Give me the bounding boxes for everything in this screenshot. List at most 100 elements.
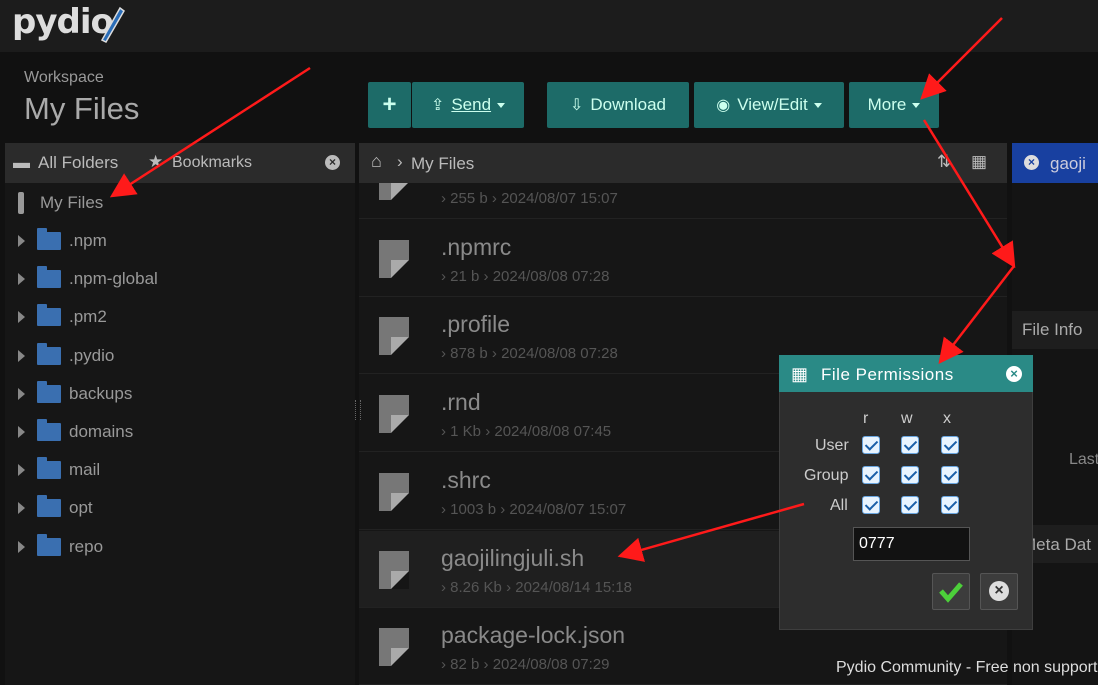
expand-icon[interactable] [18,426,25,438]
chevron-right-icon: › [483,656,489,674]
file-size: 255 b [450,190,488,207]
file-icon [379,550,409,589]
permission-checkbox[interactable] [901,496,919,514]
permission-checkbox[interactable] [862,496,880,514]
sort-icon[interactable]: ⇅ [937,152,951,172]
chevron-right-icon: › [485,423,491,441]
tab-all-folders[interactable]: All Folders [38,153,118,173]
footer-text: Pydio Community - Free non supporte [836,659,1098,676]
drive-icon [18,192,24,214]
tree-root-my-files[interactable]: My Files [40,193,103,213]
tree-folder[interactable]: opt [18,493,93,523]
home-icon[interactable]: ⌂ [371,151,382,172]
file-name: .shrc [441,466,491,493]
chevron-right-icon: › [397,152,403,171]
chevron-right-icon: › [506,578,512,596]
permission-checkbox[interactable] [941,436,959,454]
chevron-right-icon: › [491,190,497,207]
file-info-label: File Info [1022,320,1083,339]
tab-bookmarks[interactable]: Bookmarks [172,154,252,172]
view-edit-button[interactable]: ◉ View/Edit [694,82,844,128]
tree-folder[interactable]: mail [18,455,100,485]
tree-folder[interactable]: repo [18,532,103,562]
expand-icon[interactable] [18,273,25,286]
star-icon: ★ [148,152,164,171]
file-name: gaojilingjuli.sh [441,544,585,571]
chevron-right-icon: › [441,345,446,363]
breadcrumb-current[interactable]: My Files [411,154,474,174]
chevron-right-icon: › [483,267,489,285]
tree-folder[interactable]: .pm2 [18,302,107,332]
close-icon: × [989,581,1009,601]
tree-folder[interactable]: .pydio [18,341,114,371]
file-meta: › 1003 b › 2024/08/07 15:07 [441,501,626,518]
close-icon[interactable]: × [1006,366,1022,382]
permission-checkbox[interactable] [941,466,959,484]
file-name: .profile [441,311,511,338]
info-panel-tab[interactable]: × gaoji [1012,143,1098,183]
plus-icon: + [382,91,397,118]
permission-checkbox[interactable] [862,436,880,454]
close-icon[interactable]: × [325,155,340,170]
permission-checkbox[interactable] [941,496,959,514]
file-icon [379,239,409,278]
file-icon [379,317,409,356]
folder-tree-panel [5,143,355,685]
file-date: 2024/08/08 07:28 [492,267,610,285]
download-button[interactable]: ⇩ Download [547,82,689,128]
file-size: 878 b [450,345,488,363]
folder-icon [37,228,61,250]
folder-icon [37,342,61,365]
permissions-octal-input[interactable] [853,527,970,561]
resize-handle[interactable] [355,400,361,420]
chevron-right-icon: › [441,267,446,285]
file-row[interactable]: .npmrc › 21 b › 2024/08/08 07:28 [359,220,1007,297]
send-button[interactable]: ⇪ Send [412,82,524,128]
expand-icon[interactable] [18,311,25,324]
file-meta: › 21 b › 2024/08/08 07:28 [441,268,610,285]
folder-label: .npm-global [69,269,158,289]
more-button[interactable]: More [849,82,939,128]
file-icon [379,395,409,434]
file-row[interactable]: › 255 b › 2024/08/07 15:07 [359,183,1007,219]
tree-folder[interactable]: backups [18,379,132,409]
top-bar [0,0,1098,52]
expand-icon[interactable] [18,349,25,362]
permission-checkbox[interactable] [901,466,919,484]
cancel-button[interactable]: × [980,573,1018,610]
chevron-right-icon: › [441,190,446,207]
expand-icon[interactable] [18,540,25,553]
grid-view-icon[interactable]: ▦ [971,152,987,172]
permission-checkbox[interactable] [901,436,919,454]
folder-icon [37,380,61,403]
file-meta: › 82 b › 2024/08/08 07:29 [441,656,610,673]
file-info-header: File Info [1012,311,1098,349]
upload-icon: ⇪ [430,97,445,114]
chevron-down-icon [813,102,822,108]
tree-folder[interactable]: .npm-global [18,264,158,294]
check-icon [939,582,963,603]
row-all: All [830,497,848,514]
expand-icon[interactable] [18,235,25,247]
folder-label: .pm2 [69,307,107,327]
confirm-button[interactable] [932,573,970,610]
tree-folder[interactable]: .npm [18,226,107,256]
info-tab-label: gaoji [1050,154,1086,173]
file-list-header: ⌂ › My Files ⇅ ▦ [359,143,1007,183]
add-button[interactable]: + [368,82,411,128]
tree-folder[interactable]: domains [18,417,133,447]
folder-label: domains [69,422,134,441]
folder-icon [37,266,61,289]
download-icon: ⇩ [569,97,584,114]
expand-icon[interactable] [18,387,25,400]
expand-icon[interactable] [18,464,25,477]
permission-checkbox[interactable] [862,466,880,484]
expand-icon[interactable] [18,502,25,515]
file-icon [379,628,409,667]
chevron-right-icon: › [441,656,446,674]
file-size: 1 Kb [450,423,482,441]
file-date: 2024/08/08 07:29 [492,656,610,674]
close-icon[interactable]: × [1024,155,1039,170]
row-group: Group [804,467,849,484]
col-w: w [901,410,913,427]
